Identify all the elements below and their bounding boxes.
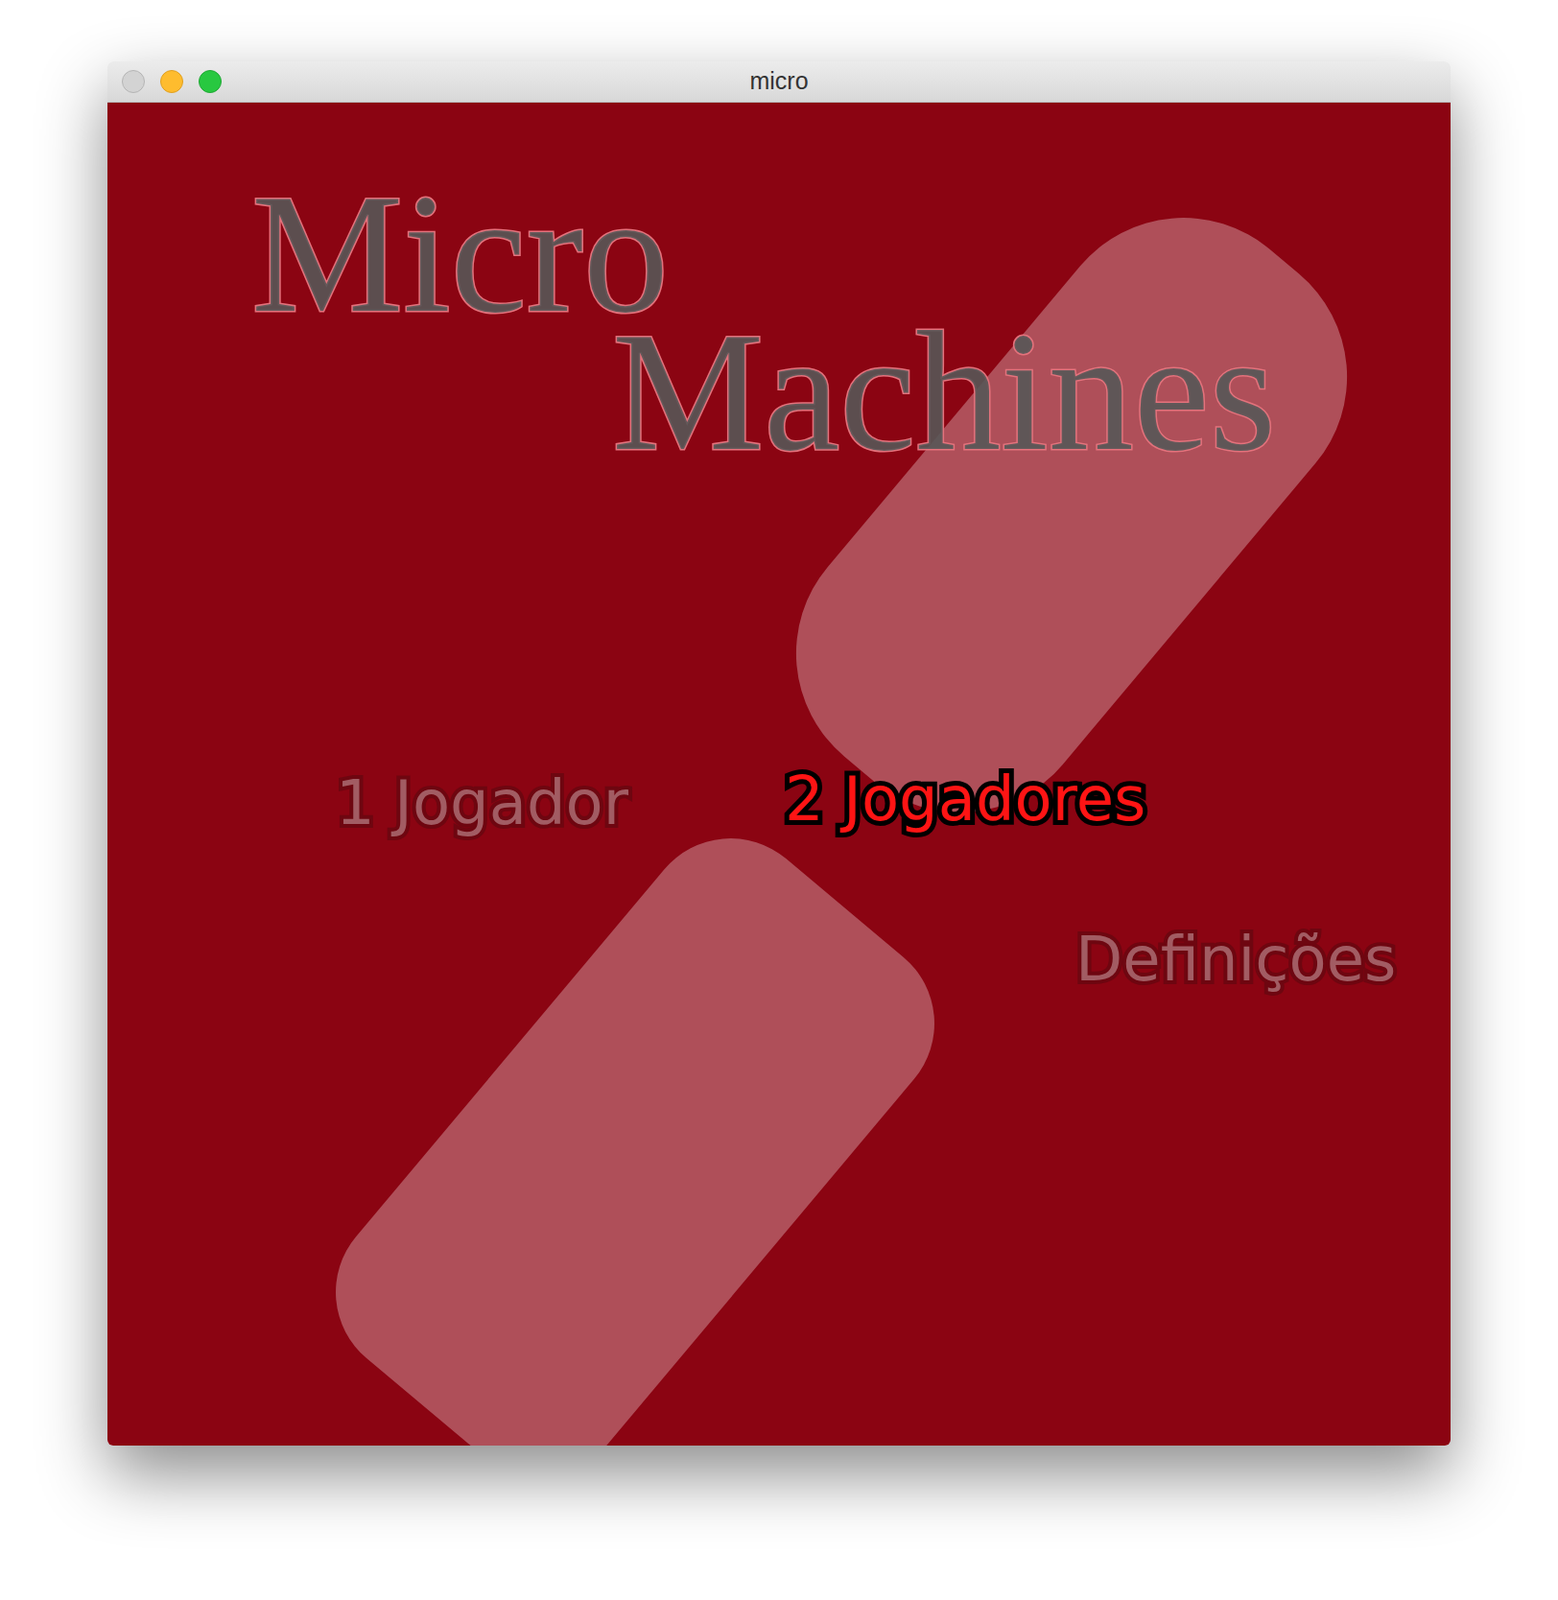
- title-bar: micro: [107, 61, 1451, 103]
- minimize-button[interactable]: [160, 70, 184, 94]
- car-photo-top: [741, 163, 1403, 868]
- car-photo-bottom: [300, 802, 970, 1446]
- game-title: Machines: [612, 306, 1276, 477]
- game-title: Micro: [251, 167, 669, 339]
- menu-item[interactable]: Definições: [1069, 920, 1402, 998]
- window-title: micro: [107, 63, 1451, 100]
- game-canvas: MicroMachines 1 Jogador 2 Jogadores Definiç…: [107, 102, 1451, 1446]
- zoom-button[interactable]: [198, 70, 222, 94]
- game-window: micro MicroMachines 1 Jogador 2 Jogadores De…: [107, 61, 1451, 1446]
- menu-item[interactable]: 1 Jogador: [330, 764, 635, 842]
- page: micro MicroMachines 1 Jogador 2 Jogadores De…: [0, 0, 1558, 1600]
- menu-item[interactable]: 2 Jogadores: [779, 760, 1152, 838]
- close-button[interactable]: [121, 70, 145, 94]
